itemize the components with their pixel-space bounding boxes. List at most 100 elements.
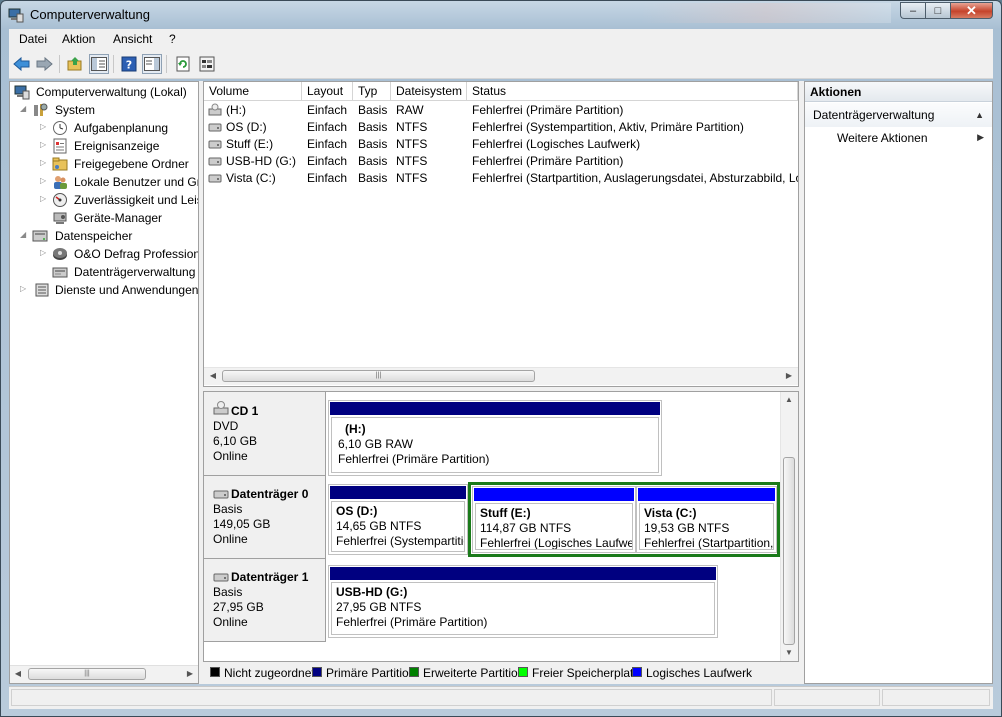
cd-drive-icon [208,103,222,116]
scroll-right-icon[interactable]: ▶ [185,669,195,679]
cell-typ: Basis [358,120,388,134]
column-header-status[interactable]: Status [467,82,798,101]
scrollbar-thumb[interactable]: ||| [28,668,146,680]
cell-volume: Vista (C:) [226,171,276,185]
maximize-button[interactable]: □ [925,2,950,19]
svg-text:?: ? [126,59,132,72]
partition-title: OS (D:) [336,504,378,518]
cell-fs: NTFS [396,120,428,134]
window-title: Computerverwaltung [30,7,150,22]
menu-datei[interactable]: Datei [19,32,47,46]
table-row[interactable]: USB-HD (G:) Einfach Basis NTFS Fehlerfre… [204,153,798,170]
defrag-icon [53,248,67,260]
disk-map-vertical-scrollbar[interactable]: ▲ ▼ [780,392,798,661]
partition-status: Fehlerfrei (Primäre Partition) [338,452,490,466]
partition-body: (H:) 6,10 GB RAW Fehlerfrei (Primäre Par… [331,417,659,473]
scroll-right-icon[interactable]: ▶ [784,371,794,381]
disk-map: CD 1 DVD 6,10 GB Online (H:) 6,10 GB RAW… [203,391,799,662]
partition-vista-c[interactable]: Vista (C:) 19,53 GB NTFS Fehlerfrei (Sta… [636,486,777,553]
volume-list-horizontal-scrollbar[interactable]: ◀ ||| ▶ [204,367,798,385]
primary-partition-bar [330,402,660,415]
tree-label-oo-defrag: O&O Defrag Professional [74,247,199,261]
show-hide-action-pane-button[interactable] [142,54,162,74]
window-controls: ‒ □ ✕ [900,2,993,19]
console-tree: Computerverwaltung (Lokal) ◢ System ▷ Au… [9,81,199,684]
scroll-left-icon[interactable]: ◀ [208,371,218,381]
disk-name: Datenträger 1 [231,570,309,584]
collapsed-arrow-icon: ▷ [40,122,47,131]
legend-label-free: Freier Speicherplatz [532,666,640,680]
help-button[interactable]: ? [119,54,139,74]
actions-section-datentraegerverwaltung[interactable]: Datenträgerverwaltung ▲ [805,103,992,127]
tree-label-geraete-manager: Geräte-Manager [74,211,163,225]
extended-partition[interactable]: Stuff (E:) 114,87 GB NTFS Fehlerfrei (Lo… [468,482,780,557]
table-row[interactable]: OS (D:) Einfach Basis NTFS Fehlerfrei (S… [204,119,798,136]
cell-volume: Stuff (E:) [226,137,274,151]
clock-icon [53,121,67,135]
column-header-dateisystem[interactable]: Dateisystem [391,82,467,101]
expanded-arrow-icon: ◢ [20,104,27,113]
menu-aktion[interactable]: Aktion [62,32,95,46]
partition-os-d[interactable]: OS (D:) 14,65 GB NTFS Fehlerfrei (System… [328,484,468,555]
tree-label-aufgabenplanung: Aufgabenplanung [74,121,169,135]
primary-partition-bar [330,486,466,499]
close-icon: ✕ [966,2,977,18]
forward-button[interactable] [34,54,54,74]
legend-label-logical: Logisches Laufwerk [646,666,753,680]
tree-label-root: Computerverwaltung (Lokal) [36,85,187,99]
legend-swatch-logical [632,667,642,677]
table-row[interactable]: Stuff (E:) Einfach Basis NTFS Fehlerfrei… [204,136,798,153]
cell-typ: Basis [358,154,388,168]
disk-label-cd1[interactable]: CD 1 DVD 6,10 GB Online [204,392,326,476]
expanded-arrow-icon: ◢ [20,230,27,239]
cell-layout: Einfach [307,120,348,134]
disk-label-disk0[interactable]: Datenträger 0 Basis 149,05 GB Online [204,476,326,559]
cell-status: Fehlerfrei (Primäre Partition) [472,103,624,117]
table-row[interactable]: (H:) Einfach Basis RAW Fehlerfrei (Primä… [204,102,798,119]
disk-type: Basis [213,502,243,516]
tree-label-lokale-benutzer: Lokale Benutzer und Gruppen [74,175,198,189]
disk-name: CD 1 [231,404,259,418]
scrollbar-thumb[interactable] [783,457,795,645]
toolbar-separator [166,55,167,73]
disk-label-disk1[interactable]: Datenträger 1 Basis 27,95 GB Online [204,559,326,642]
show-hide-tree-button[interactable] [89,54,109,74]
column-header-volume[interactable]: Volume [204,82,302,101]
scroll-left-icon[interactable]: ◀ [13,669,23,679]
hard-drive-icon [208,157,222,166]
computer-management-window: Computerverwaltung ‒ □ ✕ Datei Aktion An… [0,0,1002,717]
cell-volume: OS (D:) [226,120,267,134]
scroll-down-icon[interactable]: ▼ [784,648,794,658]
menu-help[interactable]: ? [169,32,176,46]
column-header-typ[interactable]: Typ [353,82,391,101]
properties-button[interactable] [197,54,217,74]
menu-ansicht[interactable]: Ansicht [113,32,152,46]
actions-header: Aktionen [805,82,992,102]
users-icon [54,176,67,189]
show-hide-tree-icon [91,57,107,71]
menu-bar: Datei Aktion Ansicht ? [9,29,993,50]
cell-volume: USB-HD (G:) [226,154,296,168]
cell-layout: Einfach [307,137,348,151]
table-row[interactable]: Vista (C:) Einfach Basis NTFS Fehlerfrei… [204,170,798,187]
collapse-arrow-icon[interactable]: ▲ [975,103,984,127]
tree-horizontal-scrollbar[interactable]: ◀ ||| ▶ [10,665,198,683]
partition-stuff-e[interactable]: Stuff (E:) 114,87 GB NTFS Fehlerfrei (Lo… [472,486,636,553]
column-header-layout[interactable]: Layout [302,82,353,101]
scrollbar-thumb[interactable]: ||| [222,370,535,382]
minimize-button[interactable]: ‒ [900,2,925,19]
partition-usb-hd-g[interactable]: USB-HD (G:) 27,95 GB NTFS Fehlerfrei (Pr… [328,565,718,638]
partition-h[interactable]: (H:) 6,10 GB RAW Fehlerfrei (Primäre Par… [328,400,662,476]
action-label: Weitere Aktionen [837,131,928,145]
toolbar-separator [59,55,60,73]
back-button[interactable] [12,54,32,74]
refresh-button[interactable] [173,54,193,74]
cell-status: Fehlerfrei (Startpartition, Auslagerungs… [472,171,798,185]
cell-layout: Einfach [307,171,348,185]
action-weitere-aktionen[interactable]: Weitere Aktionen [837,130,928,146]
minimize-icon: ‒ [909,4,917,17]
close-button[interactable]: ✕ [950,2,993,19]
disk-state: Online [213,532,248,546]
up-folder-button[interactable] [65,54,85,74]
scroll-up-icon[interactable]: ▲ [784,395,794,405]
